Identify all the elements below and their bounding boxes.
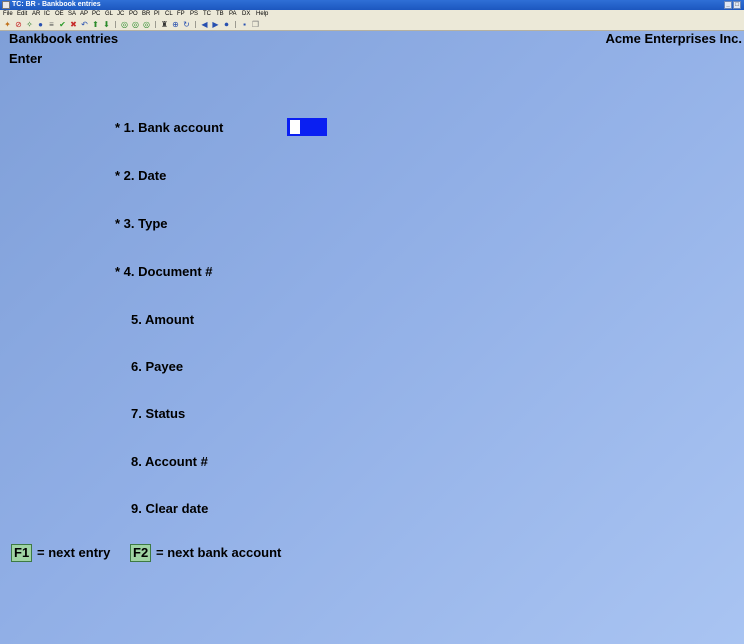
binoculars-icon[interactable]: ♜ [160, 20, 169, 29]
menu-gl[interactable]: GL [105, 10, 113, 19]
menu-pi[interactable]: PI [154, 10, 160, 19]
menu-help[interactable]: Help [256, 10, 268, 19]
mode-label: Enter [9, 51, 43, 66]
menu-sa[interactable]: SA [68, 10, 76, 19]
right-arrow-icon[interactable]: ▶ [211, 20, 220, 29]
first-icon[interactable]: ◎ [120, 20, 129, 29]
field-type-label: * 3. Type [115, 216, 168, 231]
field-clear-date-label: 9. Clear date [131, 501, 209, 516]
program-title: Bankbook entries [9, 31, 119, 46]
menu-ar[interactable]: AR [32, 10, 40, 19]
copy-icon[interactable]: ❐ [251, 20, 260, 29]
toolbar-separator [195, 21, 196, 28]
field-account-label: 8. Account # [131, 454, 208, 469]
field-bank-account-label: * 1. Bank account [115, 120, 224, 135]
field-document-label: * 4. Document # [115, 264, 213, 279]
menu-fp[interactable]: FP [177, 10, 185, 19]
menu-cl[interactable]: CL [165, 10, 173, 19]
cancel-icon[interactable]: ✖ [69, 20, 78, 29]
menu-tb[interactable]: TB [216, 10, 224, 19]
up-arrow-icon[interactable]: ⬆ [91, 20, 100, 29]
stop-circle-icon[interactable]: ⏺ [222, 20, 231, 29]
refresh-icon[interactable]: ↻ [182, 20, 191, 29]
save-icon[interactable]: ▪ [240, 20, 249, 29]
application-window: TC: BR - Bankbook entries _ □ File Edit … [0, 0, 744, 644]
toolbar: ✦ ⊘ ✧ ● ≡ ✔ ✖ ↶ ⬆ ⬇ ◎ ◎ ◎ ♜ ⊕ ↻ ◀ ▶ ⏺ ▪ … [0, 19, 744, 31]
menu-bar: File Edit AR IC OE SA AP PC GL JC PO BR … [0, 10, 744, 19]
menu-pc[interactable]: PC [92, 10, 100, 19]
menu-edit[interactable]: Edit [17, 10, 27, 19]
undo-icon[interactable]: ↶ [80, 20, 89, 29]
app-icon [2, 1, 10, 9]
f1-description: = next entry [37, 545, 111, 560]
print-icon[interactable]: ≡ [47, 20, 56, 29]
exit-icon[interactable]: ✦ [3, 20, 12, 29]
find-icon[interactable]: ✧ [25, 20, 34, 29]
menu-file[interactable]: File [3, 10, 13, 19]
help-icon[interactable]: ● [36, 20, 45, 29]
menu-po[interactable]: PO [129, 10, 138, 19]
field-date-label: * 2. Date [115, 168, 167, 183]
menu-pa[interactable]: PA [229, 10, 237, 19]
screen-area: Bankbook entries Acme Enterprises Inc. E… [0, 31, 744, 644]
company-name: Acme Enterprises Inc. [605, 31, 742, 46]
menu-ps[interactable]: PS [190, 10, 198, 19]
f1-key[interactable]: F1 [11, 544, 33, 562]
zoom-icon[interactable]: ⊕ [171, 20, 180, 29]
menu-ap[interactable]: AP [80, 10, 88, 19]
left-arrow-icon[interactable]: ◀ [200, 20, 209, 29]
field-status-label: 7. Status [131, 406, 186, 421]
bank-account-input[interactable] [287, 118, 327, 136]
toolbar-separator [155, 21, 156, 28]
menu-br[interactable]: BR [142, 10, 150, 19]
window-title: TC: BR - Bankbook entries [12, 1, 101, 8]
stop-icon[interactable]: ⊘ [14, 20, 23, 29]
menu-oe[interactable]: OE [55, 10, 64, 19]
text-cursor [290, 120, 300, 134]
toolbar-separator [235, 21, 236, 28]
menu-tc[interactable]: TC [203, 10, 211, 19]
menu-ic[interactable]: IC [44, 10, 50, 19]
check-icon[interactable]: ✔ [58, 20, 67, 29]
toolbar-separator [115, 21, 116, 28]
menu-jc[interactable]: JC [117, 10, 124, 19]
f2-description: = next bank account [156, 545, 282, 560]
field-payee-label: 6. Payee [131, 359, 184, 374]
maximize-icon[interactable]: □ [733, 1, 741, 9]
minimize-icon[interactable]: _ [724, 1, 732, 9]
field-amount-label: 5. Amount [131, 312, 195, 327]
title-bar: TC: BR - Bankbook entries _ □ [0, 0, 744, 10]
next-icon[interactable]: ◎ [142, 20, 151, 29]
previous-icon[interactable]: ◎ [131, 20, 140, 29]
down-arrow-icon[interactable]: ⬇ [102, 20, 111, 29]
menu-dx[interactable]: DX [242, 10, 250, 19]
f2-key[interactable]: F2 [130, 544, 152, 562]
